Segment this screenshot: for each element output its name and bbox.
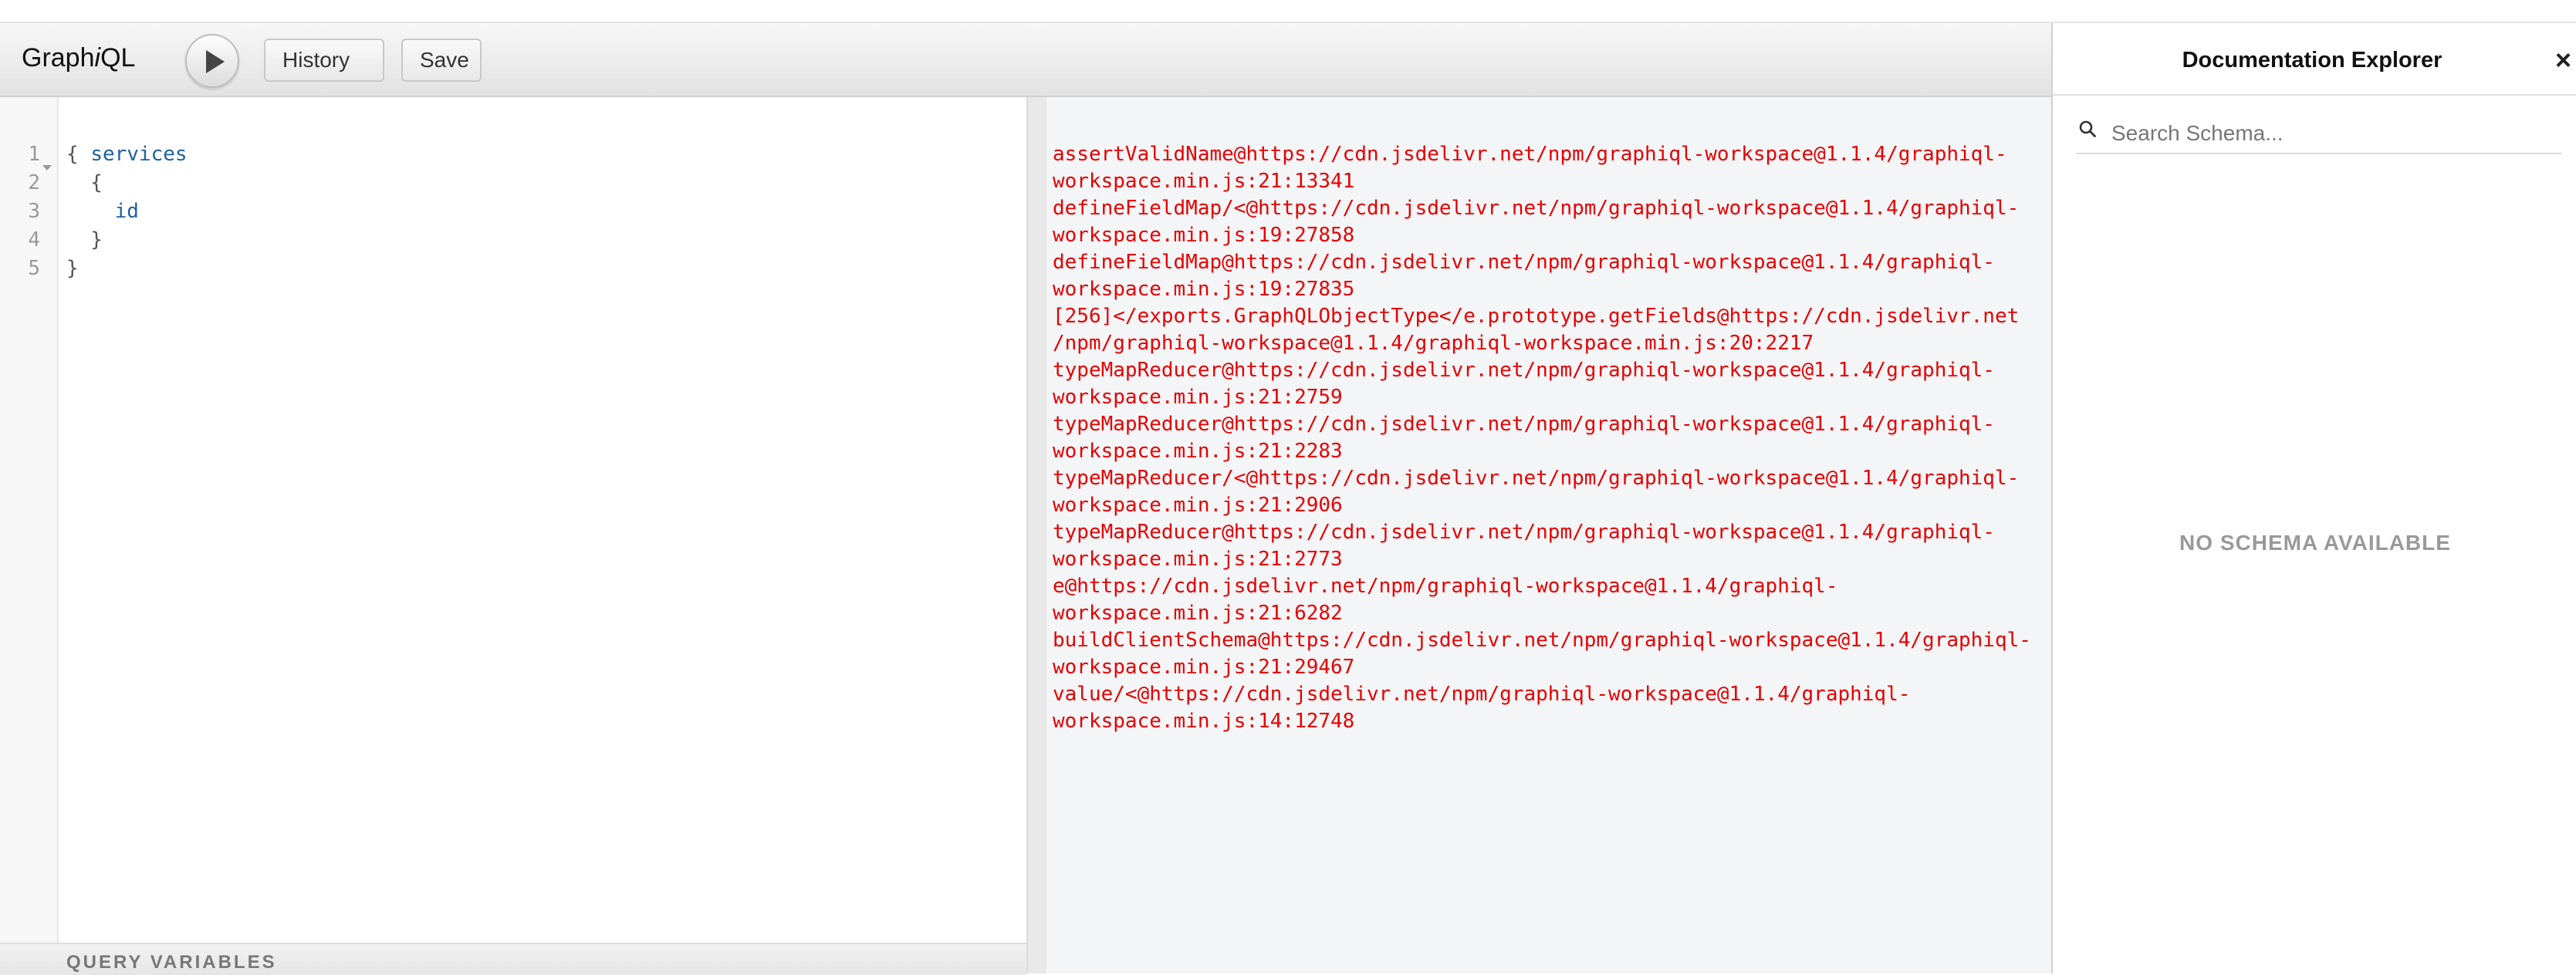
error-line: /npm/graphiql-workspace@1.1.4/graphiql-w… <box>1053 332 1814 355</box>
line-number: 1 <box>28 143 40 166</box>
error-line: buildClientSchema@https://cdn.jsdelivr.n… <box>1053 629 2031 652</box>
history-button[interactable]: History <box>264 39 384 105</box>
query-variables-title: QUERY VARIABLES <box>66 952 277 973</box>
error-line: typeMapReducer@https://cdn.jsdelivr.net/… <box>1053 359 1995 382</box>
code-line: } <box>66 257 79 280</box>
pane-divider[interactable] <box>1026 97 1046 973</box>
error-line: value/<@https://cdn.jsdelivr.net/npm/gra… <box>1053 683 1911 706</box>
documentation-explorer: Documentation Explorer × NO SCHEMA AVAIL… <box>2051 23 2576 973</box>
logo-italic: i <box>94 43 101 73</box>
query-editor[interactable]: 1 2 3 4 5 { services { id } } <box>0 97 1026 946</box>
code-line: { <box>66 171 103 194</box>
error-line: workspace.min.js:21:2283 <box>1053 440 1343 463</box>
graphiql-main: GraphiQL History Save 1 2 3 4 5 { servic… <box>0 23 2051 975</box>
schema-search-input[interactable] <box>2110 117 2561 150</box>
app-logo: GraphiQL <box>22 43 135 73</box>
error-line: defineFieldMap@https://cdn.jsdelivr.net/… <box>1053 251 1995 274</box>
line-number: 4 <box>28 228 40 251</box>
result-pane: assertValidName@https://cdn.jsdelivr.net… <box>1046 97 2051 973</box>
execute-button[interactable] <box>185 34 239 88</box>
error-line: workspace.min.js:21:6282 <box>1053 602 1343 625</box>
line-number: 5 <box>28 257 40 280</box>
line-number: 3 <box>28 200 40 223</box>
code-line: { services <box>66 140 188 169</box>
error-line: e@https://cdn.jsdelivr.net/npm/graphiql-… <box>1053 575 1838 598</box>
error-line: defineFieldMap/<@https://cdn.jsdelivr.ne… <box>1053 197 2020 220</box>
code-line: id <box>66 197 139 226</box>
query-variables-bar[interactable]: QUERY VARIABLES <box>0 943 1026 975</box>
error-line: workspace.min.js:14:12748 <box>1053 710 1355 733</box>
schema-search <box>2076 114 2562 154</box>
toolbar: GraphiQL History Save <box>0 23 2051 105</box>
error-line: workspace.min.js:21:29467 <box>1053 656 1355 679</box>
no-schema-message: NO SCHEMA AVAILABLE <box>2179 531 2451 555</box>
search-icon <box>2079 120 2096 137</box>
field-name: services <box>90 143 188 166</box>
close-icon[interactable]: × <box>2555 46 2571 74</box>
error-line: workspace.min.js:21:2773 <box>1053 548 1343 571</box>
logo-suffix: QL <box>100 43 136 73</box>
error-line: workspace.min.js:19:27835 <box>1053 278 1355 301</box>
error-line: typeMapReducer/<@https://cdn.jsdelivr.ne… <box>1053 467 2020 490</box>
error-line: workspace.min.js:21:2906 <box>1053 494 1343 517</box>
error-line: typeMapReducer@https://cdn.jsdelivr.net/… <box>1053 521 1995 544</box>
code-line: } <box>66 228 103 251</box>
fold-arrow-icon[interactable] <box>42 165 52 170</box>
error-line: workspace.min.js:19:27858 <box>1053 224 1355 247</box>
save-button[interactable]: Save <box>401 39 482 82</box>
error-line: [256]</exports.GraphQLObjectType</e.prot… <box>1053 305 2020 328</box>
error-line: workspace.min.js:21:13341 <box>1053 170 1355 193</box>
play-icon <box>206 50 225 73</box>
line-number: 2 <box>28 171 40 194</box>
docs-title: Documentation Explorer <box>2182 48 2442 73</box>
field-name: id <box>114 200 139 223</box>
error-line: assertValidName@https://cdn.jsdelivr.net… <box>1053 143 2007 166</box>
top-border <box>0 0 2576 23</box>
code-text: { <box>66 143 91 166</box>
docs-header: Documentation Explorer × <box>2053 23 2576 96</box>
error-line: typeMapReducer@https://cdn.jsdelivr.net/… <box>1053 413 1995 436</box>
history-label: History <box>282 48 350 72</box>
logo-prefix: Graph <box>22 43 95 73</box>
error-line: workspace.min.js:21:2759 <box>1053 386 1343 409</box>
